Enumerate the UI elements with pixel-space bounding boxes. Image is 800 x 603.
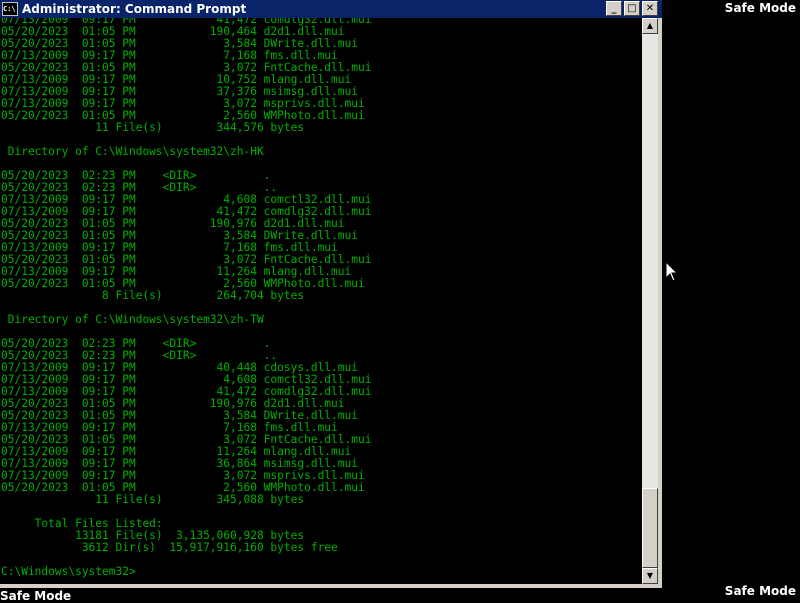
command-prompt-window[interactable]: C:\ Administrator: Command Prompt _ □ ✕ … [0, 0, 662, 588]
console-line: Directory of C:\Windows\system32\zh-HK [1, 145, 264, 158]
console-line: 11 File(s) 345,088 bytes [1, 493, 305, 506]
console-line: 11 File(s) 344,576 bytes [1, 121, 305, 134]
scrollbar-thumb[interactable] [642, 488, 658, 568]
scroll-down-arrow-icon[interactable]: ▼ [642, 568, 658, 584]
scroll-up-arrow-icon[interactable]: ▲ [642, 18, 658, 34]
title-bar[interactable]: C:\ Administrator: Command Prompt _ □ ✕ [0, 0, 662, 18]
console-output[interactable]: 07/13/2009 09:17 PM 41,472 comdlg32.dll.… [0, 18, 642, 584]
safe-mode-label-top-right: Safe Mode [724, 1, 796, 15]
console-line: Directory of C:\Windows\system32\zh-TW [1, 313, 264, 326]
vertical-scrollbar[interactable]: ▲ ▼ [642, 18, 658, 584]
safe-mode-label-bottom-right: Safe Mode [724, 584, 796, 598]
cmd-icon: C:\ [2, 2, 18, 16]
console-line: 3612 Dir(s) 15,917,916,160 bytes free [1, 541, 338, 554]
console-line: C:\Windows\system32> [1, 565, 136, 578]
console-line: 8 File(s) 264,704 bytes [1, 289, 305, 302]
mouse-pointer-icon [666, 262, 678, 282]
minimize-button[interactable]: _ [606, 1, 622, 16]
window-title: Administrator: Command Prompt [22, 2, 247, 16]
safe-mode-label-bottom-left: Safe Mode [0, 589, 72, 603]
console-text: 07/13/2009 09:17 PM 41,472 comdlg32.dll.… [0, 18, 642, 578]
close-button[interactable]: ✕ [642, 1, 658, 16]
maximize-button[interactable]: □ [624, 1, 640, 16]
